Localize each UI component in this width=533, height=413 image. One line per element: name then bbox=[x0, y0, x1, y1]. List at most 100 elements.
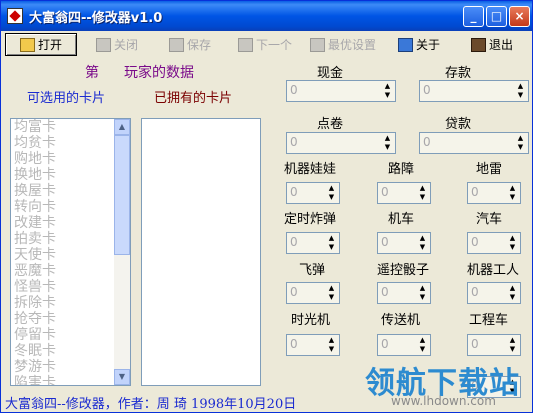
watermark-url: www.lhdown.com bbox=[391, 394, 496, 408]
list-item[interactable]: 拍卖卡 bbox=[11, 231, 130, 247]
deposit-input[interactable]: 0 ▲ ▼ bbox=[419, 80, 529, 102]
motorbike-down-arrow[interactable]: ▼ bbox=[416, 243, 429, 252]
available-cards-items: 均富卡 均贫卡 购地卡 换地卡 换屋卡 转向卡 改建卡 拍卖卡 天使卡 恶魔卡 怪兽卡 拆除卡 抢夺卡停… bbox=[11, 119, 130, 385]
maximize-button[interactable]: □ bbox=[486, 6, 507, 27]
about-icon bbox=[397, 37, 413, 52]
points-input[interactable]: 0 ▲ ▼ bbox=[286, 132, 396, 154]
engineering-car-input[interactable]: 0 ▲ ▼ bbox=[467, 334, 521, 356]
rc-dice-down-arrow[interactable]: ▼ bbox=[416, 293, 429, 302]
motorbike-input[interactable]: 0 ▲ ▼ bbox=[377, 232, 431, 254]
car-label: 汽车 bbox=[476, 212, 503, 227]
teleporter-input[interactable]: 0 ▲ ▼ bbox=[377, 334, 431, 356]
mine-down-arrow[interactable]: ▼ bbox=[506, 193, 519, 202]
deposit-down-arrow[interactable]: ▼ bbox=[514, 91, 527, 100]
rc-dice-input[interactable]: 0 ▲ ▼ bbox=[377, 282, 431, 304]
list-item[interactable]: 换地卡 bbox=[11, 167, 130, 183]
list-item[interactable]: 转向卡 bbox=[11, 199, 130, 215]
time-machine-input[interactable]: 0 ▲ ▼ bbox=[286, 334, 340, 356]
list-item[interactable]: 改建卡 bbox=[11, 215, 130, 231]
player-data-label: 玩家的数据 bbox=[124, 65, 194, 81]
motorbike-up-arrow[interactable]: ▲ bbox=[416, 234, 429, 243]
teleporter-down-arrow[interactable]: ▼ bbox=[416, 345, 429, 354]
list-item[interactable]: 陷害卡 bbox=[11, 375, 130, 385]
deposit-up-arrow[interactable]: ▲ bbox=[514, 82, 527, 91]
optimal-settings-label: 最优设置 bbox=[327, 38, 376, 52]
loan-up-arrow[interactable]: ▲ bbox=[514, 134, 527, 143]
teleporter-label: 传送机 bbox=[381, 313, 421, 328]
scroll-up-button[interactable]: ▲ bbox=[114, 119, 130, 135]
teleporter-up-arrow[interactable]: ▲ bbox=[416, 336, 429, 345]
points-label: 点卷 bbox=[317, 117, 344, 132]
close-file-label: 关闭 bbox=[113, 38, 138, 52]
save-button[interactable]: 保存 bbox=[156, 33, 224, 56]
loan-input[interactable]: 0 ▲ ▼ bbox=[419, 132, 529, 154]
about-label: 关于 bbox=[415, 38, 440, 52]
list-item[interactable]: 停留卡 bbox=[11, 327, 130, 343]
list-item[interactable]: 冬眠卡 bbox=[11, 343, 130, 359]
car-input[interactable]: 0 ▲ ▼ bbox=[467, 232, 521, 254]
gear-icon bbox=[309, 37, 325, 52]
close-file-button[interactable]: 关闭 bbox=[83, 33, 151, 56]
list-item[interactable]: 拆除卡 bbox=[11, 295, 130, 311]
scroll-down-button[interactable]: ▼ bbox=[114, 369, 130, 385]
loan-down-arrow[interactable]: ▼ bbox=[514, 143, 527, 152]
mine-input[interactable]: 0 ▲ ▼ bbox=[467, 182, 521, 204]
robot-doll-down-arrow[interactable]: ▼ bbox=[325, 193, 338, 202]
close-window-button[interactable]: × bbox=[509, 6, 530, 27]
roadblock-value: 0 bbox=[381, 185, 389, 199]
available-cards-scrollbar[interactable]: ▲ ▼ bbox=[114, 119, 130, 385]
robot-worker-down-arrow[interactable]: ▼ bbox=[506, 293, 519, 302]
title-bar[interactable]: 大富翁四--修改器v1.0 _ □ × bbox=[1, 1, 532, 31]
about-button[interactable]: 关于 bbox=[387, 33, 451, 56]
robot-worker-input[interactable]: 0 ▲ ▼ bbox=[467, 282, 521, 304]
app-icon[interactable] bbox=[7, 8, 23, 24]
time-bomb-up-arrow[interactable]: ▲ bbox=[325, 234, 338, 243]
cash-up-arrow[interactable]: ▲ bbox=[381, 82, 394, 91]
loan-value: 0 bbox=[423, 135, 431, 149]
list-item[interactable]: 抢夺卡 bbox=[11, 311, 130, 327]
robot-doll-input[interactable]: 0 ▲ ▼ bbox=[286, 182, 340, 204]
robot-doll-up-arrow[interactable]: ▲ bbox=[325, 184, 338, 193]
list-item[interactable]: 购地卡 bbox=[11, 151, 130, 167]
mine-label: 地雷 bbox=[476, 162, 503, 177]
missile-input[interactable]: 0 ▲ ▼ bbox=[286, 282, 340, 304]
toolbar: 打开 关闭 保存 下一个 最优设置 关于 退出 bbox=[1, 31, 532, 58]
list-item[interactable]: 天使卡 bbox=[11, 247, 130, 263]
next-button[interactable]: 下一个 bbox=[229, 33, 301, 56]
exit-button[interactable]: 退出 bbox=[457, 33, 527, 56]
car-down-arrow[interactable]: ▼ bbox=[506, 243, 519, 252]
car-up-arrow[interactable]: ▲ bbox=[506, 234, 519, 243]
time-machine-up-arrow[interactable]: ▲ bbox=[325, 336, 338, 345]
list-item[interactable]: 怪兽卡 bbox=[11, 279, 130, 295]
robot-worker-up-arrow[interactable]: ▲ bbox=[506, 284, 519, 293]
engineering-car-down-arrow[interactable]: ▼ bbox=[506, 345, 519, 354]
list-item[interactable]: 均贫卡 bbox=[11, 135, 130, 151]
roadblock-up-arrow[interactable]: ▲ bbox=[416, 184, 429, 193]
optimal-settings-button[interactable]: 最优设置 bbox=[305, 33, 381, 56]
missile-up-arrow[interactable]: ▲ bbox=[325, 284, 338, 293]
minimize-button[interactable]: _ bbox=[463, 6, 484, 27]
list-item[interactable]: 均富卡 bbox=[11, 119, 130, 135]
list-item[interactable]: 恶魔卡 bbox=[11, 263, 130, 279]
next-icon bbox=[237, 37, 253, 52]
open-button[interactable]: 打开 bbox=[5, 33, 77, 56]
time-bomb-input[interactable]: 0 ▲ ▼ bbox=[286, 232, 340, 254]
cash-input[interactable]: 0 ▲ ▼ bbox=[286, 80, 396, 102]
time-machine-down-arrow[interactable]: ▼ bbox=[325, 345, 338, 354]
rc-dice-up-arrow[interactable]: ▲ bbox=[416, 284, 429, 293]
mine-value: 0 bbox=[471, 185, 479, 199]
list-item[interactable]: 梦游卡 bbox=[11, 359, 130, 375]
cash-down-arrow[interactable]: ▼ bbox=[381, 91, 394, 100]
owned-cards-list[interactable] bbox=[141, 118, 261, 386]
mine-up-arrow[interactable]: ▲ bbox=[506, 184, 519, 193]
time-bomb-down-arrow[interactable]: ▼ bbox=[325, 243, 338, 252]
roadblock-down-arrow[interactable]: ▼ bbox=[416, 193, 429, 202]
points-down-arrow[interactable]: ▼ bbox=[381, 143, 394, 152]
available-cards-list[interactable]: 均富卡 均贫卡 购地卡 换地卡 换屋卡 转向卡 改建卡 拍卖卡 天使卡 恶魔卡 怪兽卡 拆除卡 抢夺卡停… bbox=[10, 118, 131, 386]
scroll-thumb[interactable] bbox=[114, 135, 130, 255]
engineering-car-up-arrow[interactable]: ▲ bbox=[506, 336, 519, 345]
points-up-arrow[interactable]: ▲ bbox=[381, 134, 394, 143]
list-item[interactable]: 换屋卡 bbox=[11, 183, 130, 199]
missile-down-arrow[interactable]: ▼ bbox=[325, 293, 338, 302]
roadblock-input[interactable]: 0 ▲ ▼ bbox=[377, 182, 431, 204]
